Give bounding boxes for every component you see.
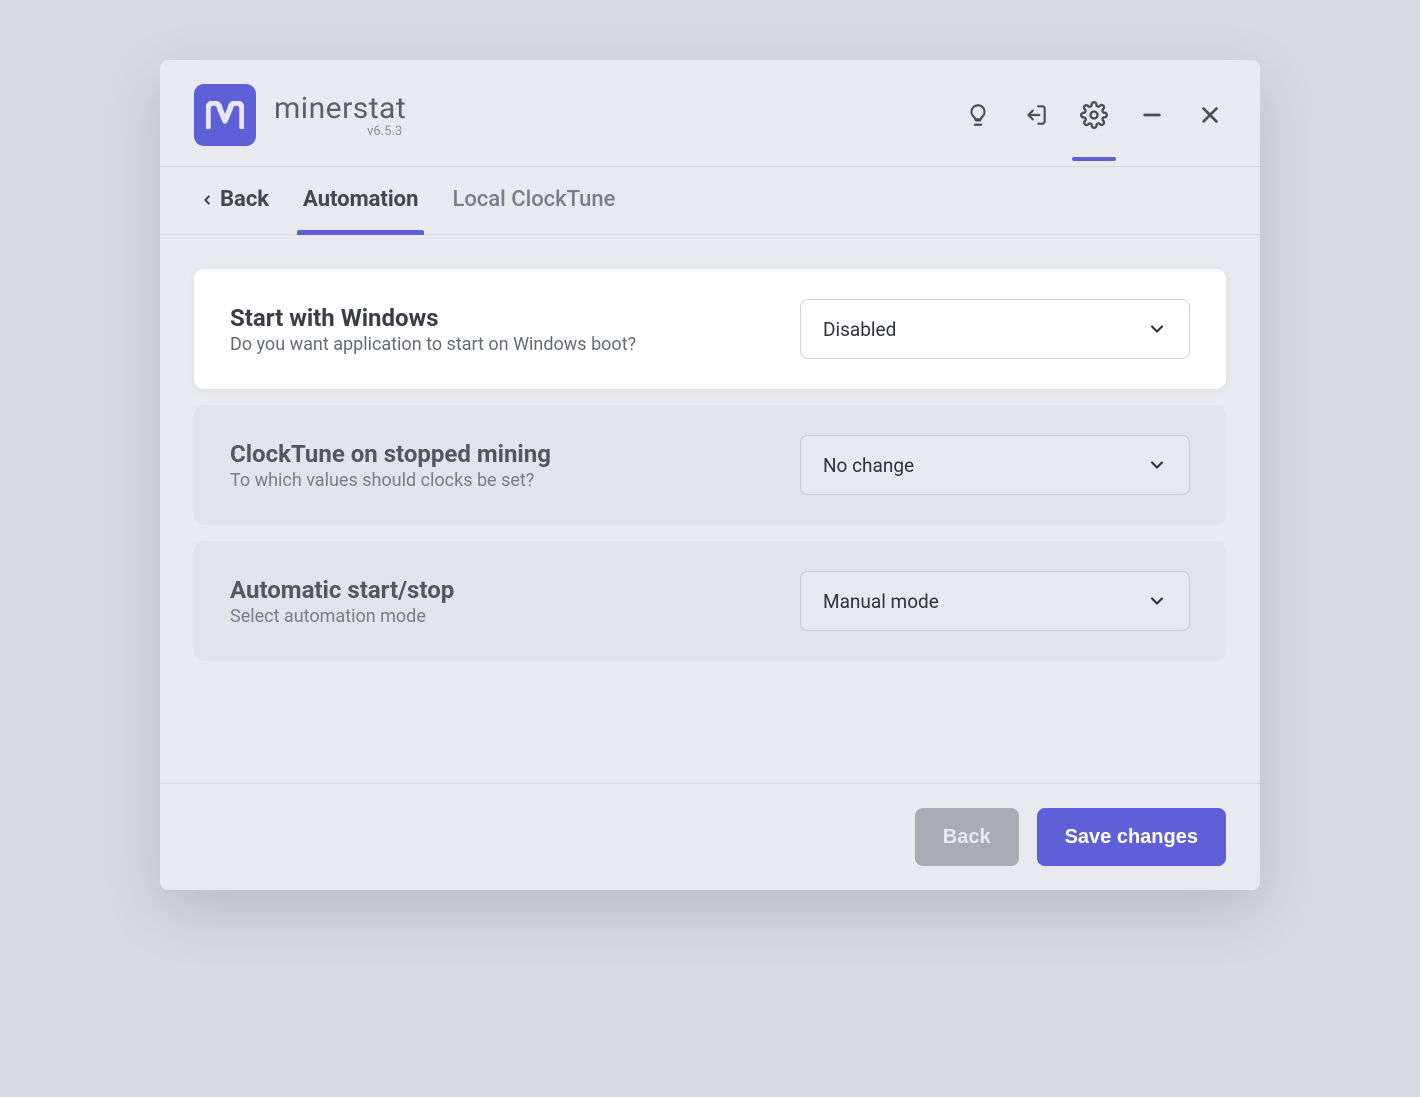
tab-automation-label: Automation xyxy=(303,187,418,212)
brand: minerstat v6.5.3 xyxy=(194,84,406,146)
select-value: No change xyxy=(823,454,914,477)
select-value: Manual mode xyxy=(823,590,939,613)
header-actions xyxy=(962,99,1226,131)
setting-desc: Do you want application to start on Wind… xyxy=(230,334,760,355)
footer: Back Save changes xyxy=(160,783,1260,890)
back-button[interactable]: Back xyxy=(200,187,269,234)
tab-clocktune-label: Local ClockTune xyxy=(452,187,615,212)
logout-icon[interactable] xyxy=(1020,99,1052,131)
setting-auto-start-stop: Automatic start/stop Select automation m… xyxy=(194,541,1226,661)
setting-text: Automatic start/stop Select automation m… xyxy=(230,576,760,627)
content: Start with Windows Do you want applicati… xyxy=(160,235,1260,783)
chevron-down-icon xyxy=(1147,591,1167,611)
setting-title: Automatic start/stop xyxy=(230,576,760,604)
save-changes-button[interactable]: Save changes xyxy=(1037,808,1226,866)
tab-automation[interactable]: Automation xyxy=(303,187,418,234)
header: minerstat v6.5.3 xyxy=(160,60,1260,167)
brand-text: minerstat v6.5.3 xyxy=(274,91,406,139)
back-label: Back xyxy=(220,187,269,212)
select-start-with-windows[interactable]: Disabled xyxy=(800,299,1190,359)
brand-logo xyxy=(194,84,256,146)
setting-text: ClockTune on stopped mining To which val… xyxy=(230,440,760,491)
setting-start-with-windows: Start with Windows Do you want applicati… xyxy=(194,269,1226,389)
setting-text: Start with Windows Do you want applicati… xyxy=(230,304,760,355)
setting-title: ClockTune on stopped mining xyxy=(230,440,760,468)
brand-name: minerstat xyxy=(274,91,406,126)
setting-title: Start with Windows xyxy=(230,304,760,332)
setting-clocktune-stopped: ClockTune on stopped mining To which val… xyxy=(194,405,1226,525)
logo-m-icon xyxy=(206,101,244,129)
select-clocktune-stopped[interactable]: No change xyxy=(800,435,1190,495)
chevron-down-icon xyxy=(1147,455,1167,475)
tab-local-clocktune[interactable]: Local ClockTune xyxy=(452,187,615,234)
minimize-icon[interactable] xyxy=(1136,99,1168,131)
select-value: Disabled xyxy=(823,318,896,341)
lightbulb-icon[interactable] xyxy=(962,99,994,131)
setting-desc: Select automation mode xyxy=(230,606,760,627)
tabbar: Back Automation Local ClockTune xyxy=(160,167,1260,235)
back-button-footer[interactable]: Back xyxy=(915,808,1019,866)
close-icon[interactable] xyxy=(1194,99,1226,131)
select-auto-start-stop[interactable]: Manual mode xyxy=(800,571,1190,631)
brand-version: v6.5.3 xyxy=(367,124,402,139)
chevron-down-icon xyxy=(1147,319,1167,339)
setting-desc: To which values should clocks be set? xyxy=(230,470,760,491)
gear-icon[interactable] xyxy=(1078,99,1110,131)
chevron-left-icon xyxy=(200,190,214,210)
app-window: minerstat v6.5.3 xyxy=(160,60,1260,890)
